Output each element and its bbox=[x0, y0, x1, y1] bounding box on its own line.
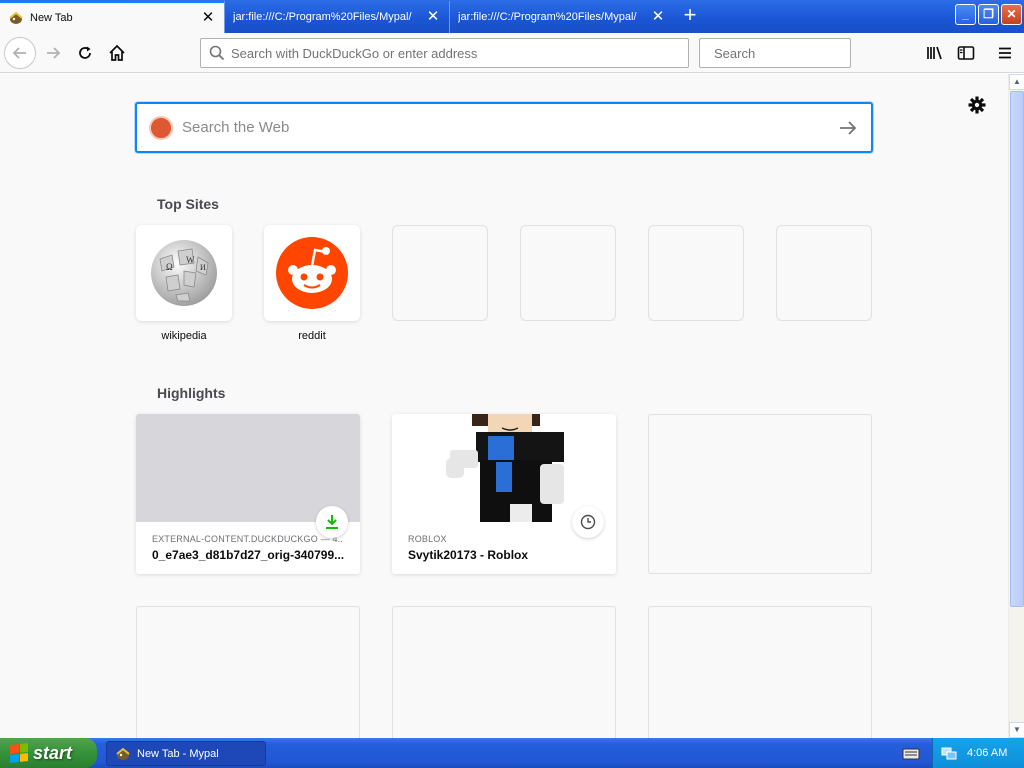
highlight-card[interactable]: EXTERNAL-CONTENT.DUCKDUCKGO — 4... 0_e7a… bbox=[136, 414, 360, 574]
site-tile[interactable]: Ω W И bbox=[136, 225, 232, 321]
tab-title: New Tab bbox=[30, 12, 73, 24]
clock-icon bbox=[580, 514, 596, 530]
empty-site-tile[interactable] bbox=[392, 225, 488, 321]
forward-button[interactable] bbox=[38, 38, 68, 68]
search-bar[interactable] bbox=[699, 38, 890, 68]
windows-taskbar: start New Tab - Mypal 4:06 AM bbox=[0, 738, 1024, 768]
top-site-reddit[interactable]: reddit bbox=[264, 225, 360, 342]
empty-site-tile[interactable] bbox=[648, 225, 744, 321]
navigation-toolbar bbox=[0, 33, 1024, 73]
arrow-right-icon bbox=[47, 47, 61, 59]
close-tab-icon[interactable]: ✕ bbox=[650, 9, 666, 25]
reload-button[interactable] bbox=[70, 38, 100, 68]
taskbar-item-label: New Tab - Mypal bbox=[137, 747, 219, 760]
hamburger-menu-icon bbox=[999, 47, 1011, 59]
empty-site-tile[interactable] bbox=[520, 225, 616, 321]
scrollbar-thumb[interactable] bbox=[1010, 91, 1024, 607]
sidebar-icon bbox=[957, 46, 975, 60]
web-search-input[interactable] bbox=[182, 119, 837, 136]
svg-text:W: W bbox=[186, 255, 195, 265]
highlight-placeholder bbox=[392, 606, 616, 738]
mypal-icon bbox=[116, 747, 130, 760]
browser-window: New Tab ✕ jar:file:///C:/Program%20Files… bbox=[0, 0, 1024, 768]
highlight-title: 0_e7ae3_d81b7d27_orig-340799... bbox=[152, 548, 344, 562]
top-site-empty[interactable] bbox=[776, 225, 872, 321]
clock: 4:06 AM bbox=[967, 747, 1008, 759]
tab-title: jar:file:///C:/Program%20Files/Mypal/ bbox=[233, 11, 412, 23]
start-button[interactable]: start bbox=[0, 738, 97, 768]
svg-text:Ω: Ω bbox=[166, 262, 173, 272]
arrow-left-icon bbox=[12, 47, 26, 59]
gear-icon[interactable] bbox=[966, 94, 988, 116]
highlight-title: Svytik20173 - Roblox bbox=[408, 548, 529, 562]
scroll-up-button[interactable]: ▲ bbox=[1009, 74, 1024, 90]
search-input[interactable] bbox=[714, 45, 890, 61]
top-site-empty[interactable] bbox=[392, 225, 488, 321]
top-sites-heading: Top Sites bbox=[157, 196, 219, 212]
download-icon bbox=[326, 515, 338, 529]
sidebar-button[interactable] bbox=[951, 38, 981, 68]
taskbar-item-mypal[interactable]: New Tab - Mypal bbox=[106, 741, 266, 766]
search-icon bbox=[209, 45, 225, 61]
top-site-empty[interactable] bbox=[648, 225, 744, 321]
clock-badge bbox=[572, 506, 604, 538]
empty-site-tile[interactable] bbox=[776, 225, 872, 321]
highlight-placeholder bbox=[136, 606, 360, 738]
windows-logo-icon bbox=[10, 743, 28, 763]
close-window-button[interactable]: ✕ bbox=[1001, 4, 1022, 25]
library-icon bbox=[927, 46, 942, 60]
svg-text:И: И bbox=[200, 263, 206, 272]
close-tab-icon[interactable]: ✕ bbox=[425, 9, 441, 25]
tab-new-tab[interactable]: New Tab ✕ bbox=[0, 1, 224, 33]
highlight-card[interactable]: ROBLOX Svytik20173 - Roblox bbox=[392, 414, 616, 574]
mypal-icon bbox=[9, 11, 23, 24]
new-tab-page: Top Sites Ω W И wikipedia bbox=[0, 74, 1008, 738]
scroll-down-button[interactable]: ▼ bbox=[1009, 722, 1024, 738]
tab-title: jar:file:///C:/Program%20Files/Mypal/ bbox=[458, 11, 637, 23]
home-button[interactable] bbox=[102, 38, 132, 68]
keyboard-icon[interactable] bbox=[902, 745, 920, 761]
reddit-alien-icon bbox=[276, 237, 348, 309]
tab-jar-file-1[interactable]: jar:file:///C:/Program%20Files/Mypal/ ✕ bbox=[224, 1, 449, 33]
top-site-empty[interactable] bbox=[520, 225, 616, 321]
minimize-button[interactable]: _ bbox=[955, 4, 976, 25]
highlight-placeholder bbox=[648, 606, 872, 738]
vertical-scrollbar[interactable]: ▲ ▼ bbox=[1008, 74, 1024, 738]
restore-button[interactable]: ❐ bbox=[978, 4, 999, 25]
address-input[interactable] bbox=[231, 45, 688, 61]
highlights-heading: Highlights bbox=[157, 385, 226, 401]
reload-icon bbox=[79, 46, 91, 59]
address-bar[interactable] bbox=[200, 38, 689, 68]
highlight-host: ROBLOX bbox=[408, 534, 447, 544]
highlight-host: EXTERNAL-CONTENT.DUCKDUCKGO — 4... bbox=[152, 534, 344, 544]
web-search-box[interactable] bbox=[135, 102, 873, 153]
wikipedia-globe-icon: Ω W И bbox=[151, 240, 217, 306]
site-label: wikipedia bbox=[161, 330, 207, 342]
download-badge bbox=[316, 506, 348, 538]
start-label: start bbox=[33, 742, 73, 763]
tab-jar-file-2[interactable]: jar:file:///C:/Program%20Files/Mypal/ ✕ bbox=[449, 1, 674, 33]
home-icon bbox=[109, 44, 125, 61]
top-site-wikipedia[interactable]: Ω W И wikipedia bbox=[136, 225, 232, 342]
arrow-right-icon[interactable] bbox=[837, 117, 859, 139]
close-tab-icon[interactable]: ✕ bbox=[200, 10, 216, 26]
site-label: reddit bbox=[298, 330, 326, 342]
highlight-placeholder bbox=[648, 414, 872, 574]
back-button[interactable] bbox=[4, 37, 36, 69]
new-tab-button[interactable]: + bbox=[676, 4, 704, 28]
library-button[interactable] bbox=[920, 38, 950, 68]
tab-strip: New Tab ✕ jar:file:///C:/Program%20Files… bbox=[0, 0, 1024, 33]
menu-button[interactable] bbox=[990, 38, 1020, 68]
system-tray: 4:06 AM bbox=[932, 738, 1024, 768]
network-icon[interactable] bbox=[941, 745, 957, 761]
site-tile[interactable] bbox=[264, 225, 360, 321]
duckduckgo-logo-icon bbox=[149, 115, 173, 140]
